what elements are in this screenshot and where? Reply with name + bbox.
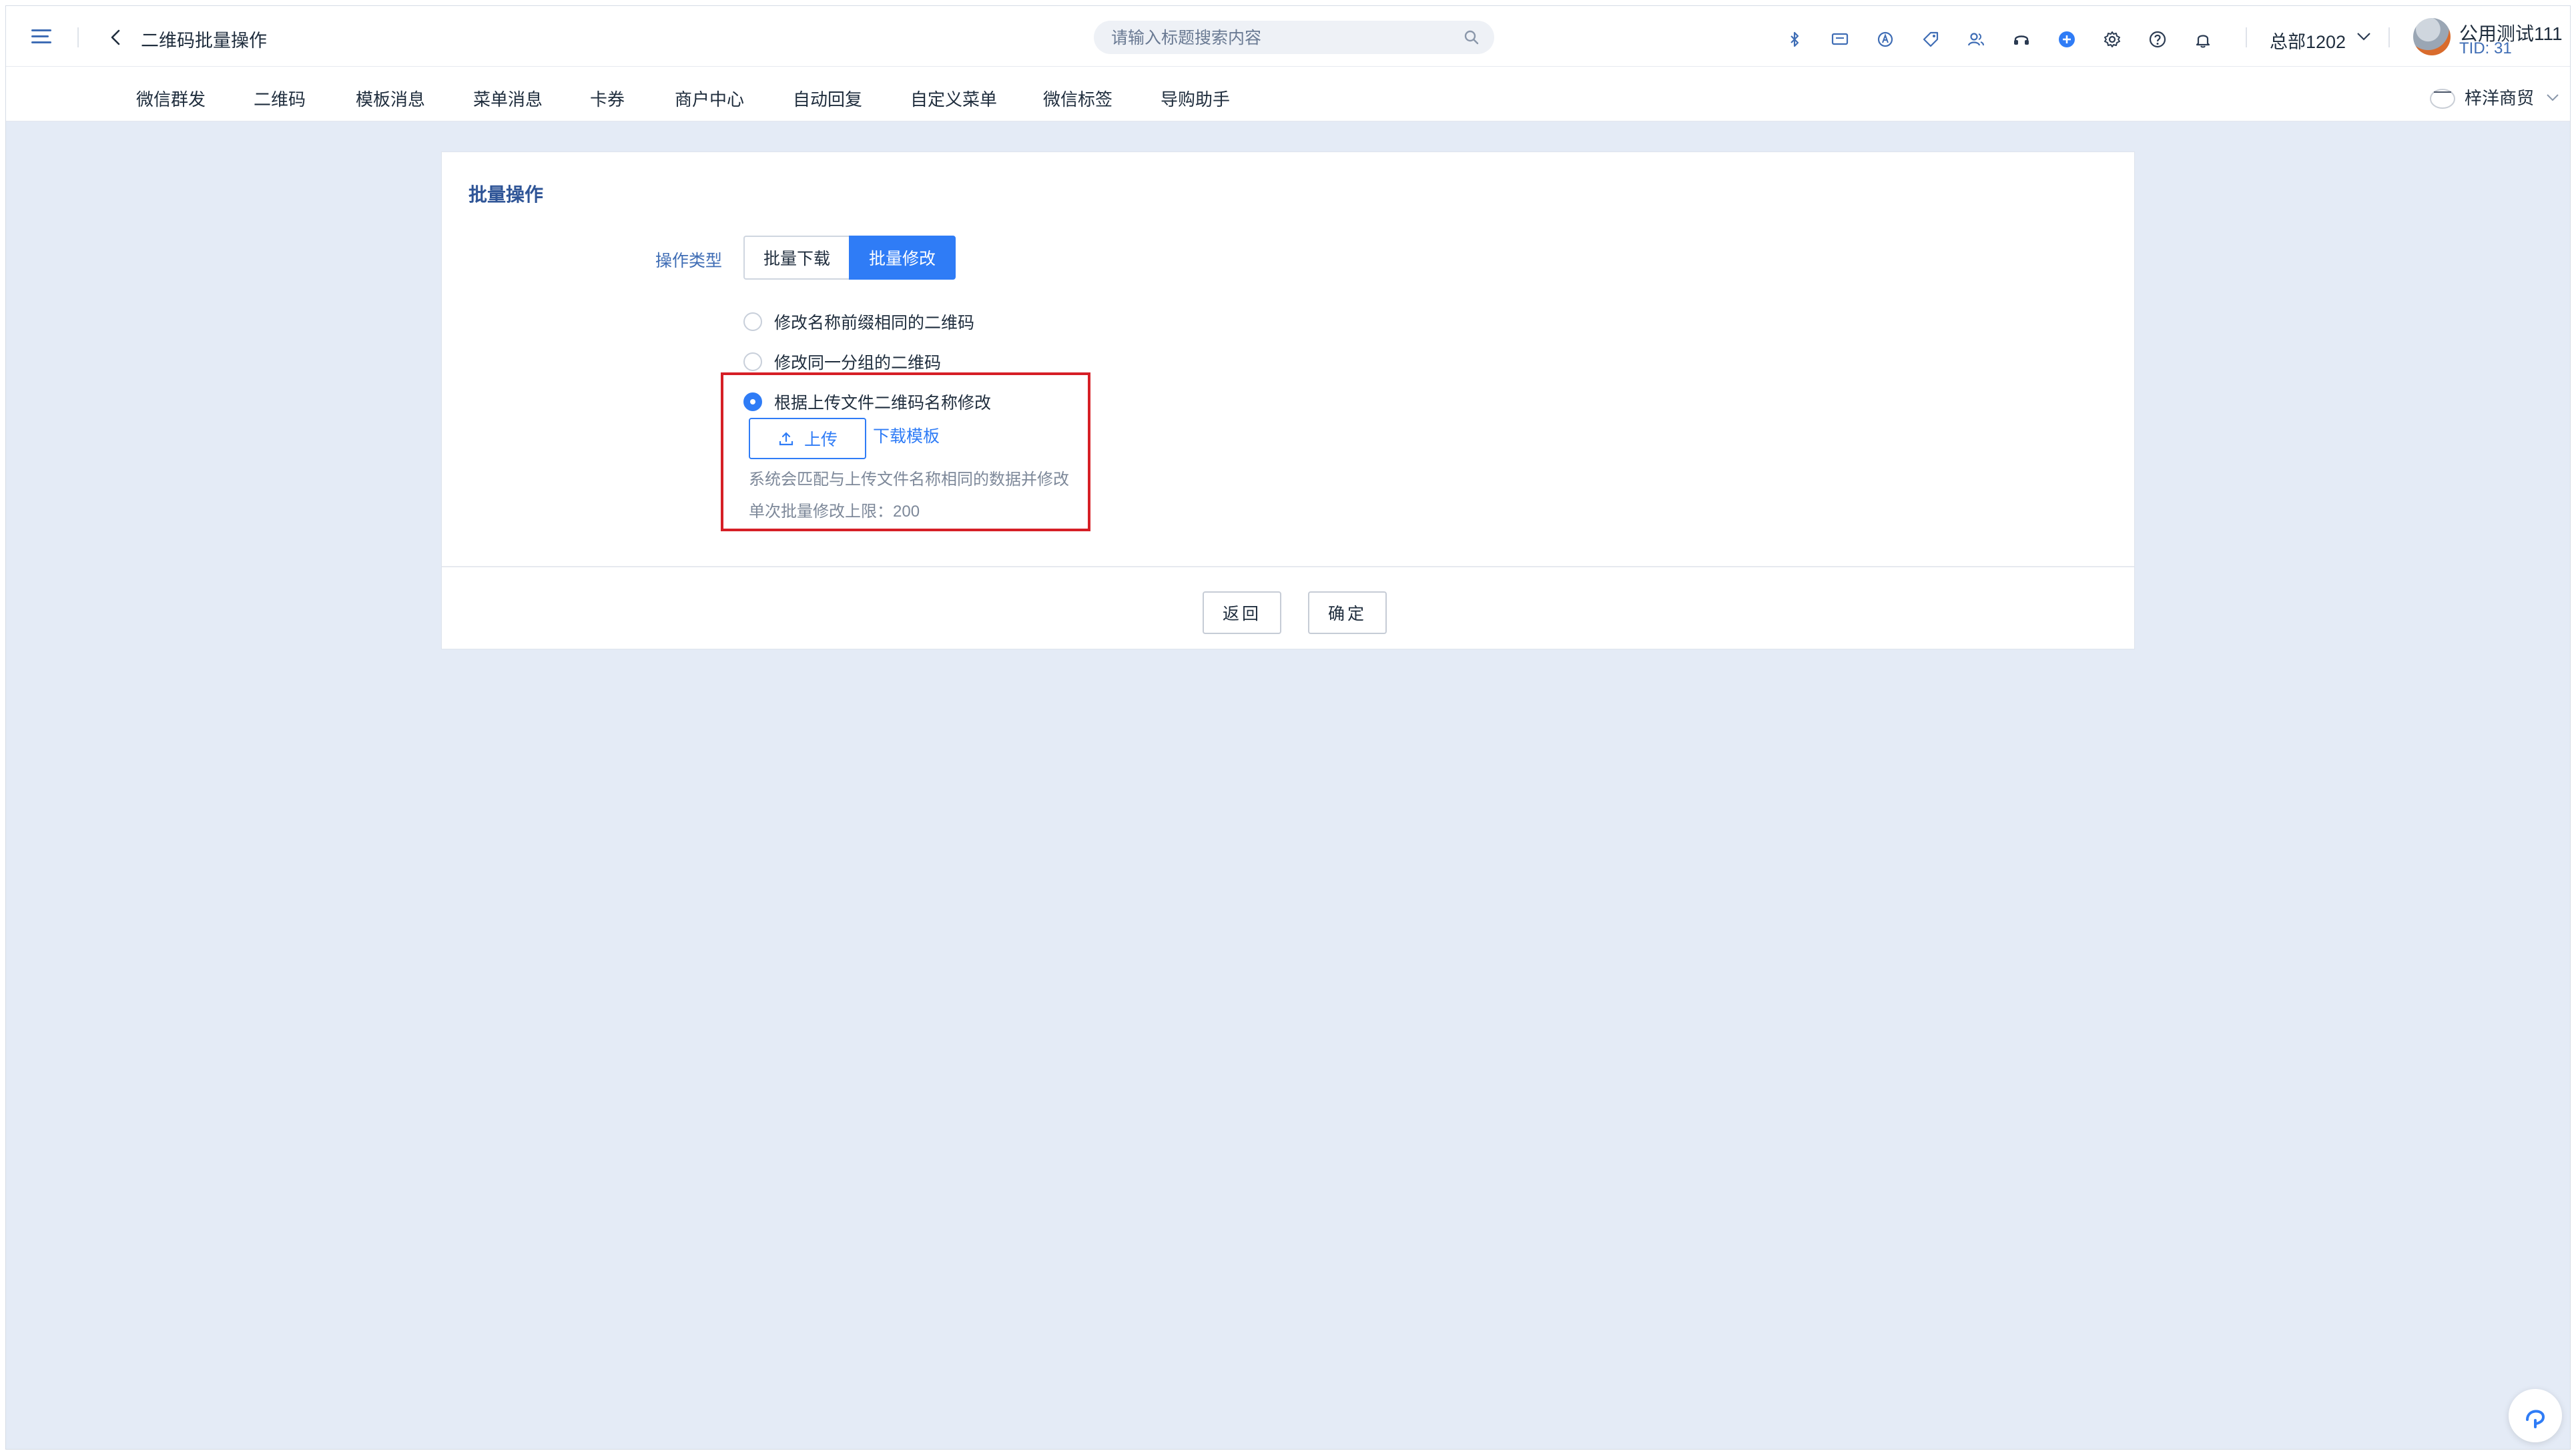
upload-button[interactable]: 上传 <box>749 418 866 459</box>
nav-item-merchant-center[interactable]: 商户中心 <box>675 86 744 111</box>
users-icon[interactable] <box>1967 30 1985 49</box>
nav-item-qrcode[interactable]: 二维码 <box>254 86 306 111</box>
search-box[interactable] <box>1094 21 1494 54</box>
merchant-selector[interactable]: 梓洋商贸 <box>2465 85 2534 109</box>
add-circle-icon[interactable] <box>2057 30 2076 49</box>
back-arrow-icon[interactable] <box>107 29 125 46</box>
divider <box>442 566 2134 567</box>
divider <box>2246 27 2247 47</box>
upload-icon <box>779 432 793 446</box>
message-icon[interactable] <box>1831 30 1849 49</box>
menu-icon[interactable] <box>31 29 51 44</box>
tag-icon[interactable] <box>1921 30 1940 49</box>
batch-modify-tab[interactable]: 批量修改 <box>849 236 956 280</box>
refresh-icon <box>2526 1410 2545 1428</box>
radio-button[interactable] <box>743 312 762 331</box>
nav-item-shopping-guide[interactable]: 导购助手 <box>1161 86 1230 111</box>
card-title: 批量操作 <box>468 184 544 205</box>
option-label[interactable]: 修改同一分组的二维码 <box>774 350 941 374</box>
chevron-down-icon[interactable] <box>2356 31 2371 42</box>
bell-icon[interactable] <box>2194 30 2212 49</box>
nav-item-menu-message[interactable]: 菜单消息 <box>473 86 543 111</box>
org-selector[interactable]: 总部1202 <box>2270 27 2346 53</box>
batch-operation-card: 批量操作 操作类型 批量下载 批量修改 修改名称前缀相同的二维码 修改同一分组的… <box>441 152 2135 649</box>
nav-item-wechat-tag[interactable]: 微信标签 <box>1043 86 1112 111</box>
divider <box>77 27 79 47</box>
nav-item-template-message[interactable]: 模板消息 <box>356 86 425 111</box>
batch-download-tab[interactable]: 批量下载 <box>743 236 849 280</box>
nav-item-custom-menu[interactable]: 自定义菜单 <box>910 86 997 111</box>
nav-item-coupon[interactable]: 卡券 <box>590 86 625 111</box>
top-header: 二维码批量操作 请输入标题搜索内容 总部1202 公用测试111 TID: 31 <box>6 6 2570 67</box>
back-button[interactable]: 返回 <box>1203 591 1281 634</box>
customer-service-button[interactable] <box>2509 1389 2562 1442</box>
nav-item-auto-reply[interactable]: 自动回复 <box>793 86 862 111</box>
at-sign-icon[interactable] <box>1876 30 1895 49</box>
search-input[interactable] <box>1110 26 1446 50</box>
help-icon[interactable] <box>2148 30 2167 49</box>
search-icon[interactable] <box>1464 29 1480 45</box>
download-template-link[interactable]: 下载模板 <box>873 423 940 447</box>
nav-item-wechat-broadcast[interactable]: 微信群发 <box>136 86 206 111</box>
headset-icon[interactable] <box>2012 30 2031 49</box>
user-avatar[interactable] <box>2413 18 2451 55</box>
match-hint: 系统会匹配与上传文件名称相同的数据并修改 <box>749 471 1069 489</box>
limit-hint: 单次批量修改上限：200 <box>749 503 920 521</box>
operation-type-label: 操作类型 <box>655 252 723 270</box>
option-group[interactable]: 修改同一分组的二维码 <box>743 350 941 374</box>
divider <box>2388 27 2390 47</box>
bluetooth-icon[interactable] <box>1785 30 1804 49</box>
chevron-down-icon[interactable] <box>2546 93 2559 102</box>
option-prefix[interactable]: 修改名称前缀相同的二维码 <box>743 310 974 334</box>
module-nav: 微信群发 二维码 模板消息 菜单消息 卡券 商户中心 自动回复 自定义菜单 微信… <box>6 67 2570 121</box>
user-tid: TID: 31 <box>2459 39 2512 57</box>
radio-button[interactable] <box>743 352 762 371</box>
merchant-logo-icon <box>2430 89 2455 109</box>
upload-label: 上传 <box>803 430 838 449</box>
confirm-button[interactable]: 确定 <box>1308 591 1387 634</box>
page-title: 二维码批量操作 <box>141 31 267 51</box>
app-window: 二维码批量操作 请输入标题搜索内容 总部1202 公用测试111 TID: 31… <box>5 5 2571 1450</box>
settings-icon[interactable] <box>2103 30 2122 49</box>
option-label[interactable]: 修改名称前缀相同的二维码 <box>774 310 974 334</box>
screen: 二维码批量操作 请输入标题搜索内容 总部1202 公用测试111 TID: 31… <box>0 0 2576 1455</box>
